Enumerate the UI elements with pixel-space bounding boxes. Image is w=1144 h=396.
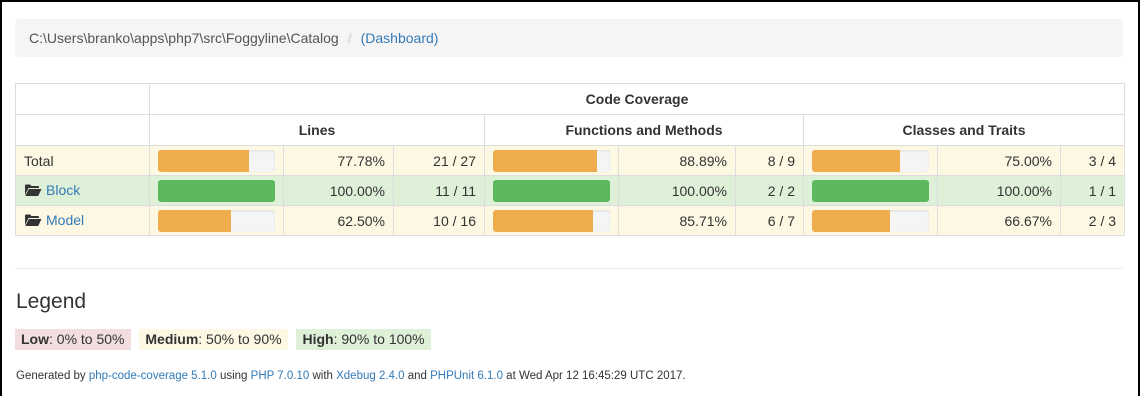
functions-percent: 100.00% — [618, 175, 736, 206]
legend-low: Low: 0% to 50% — [15, 329, 131, 350]
row-name-cell: Block — [15, 175, 150, 206]
table-row: Block 100.00% 11 / 11 100.00% 2 / 2 100.00% 1 … — [15, 175, 1126, 206]
legend-high-range: : 90% to 100% — [333, 331, 425, 347]
breadcrumb: C:\Users\branko\apps\php7\src\Foggyline\… — [15, 19, 1123, 57]
classes-progress-cell — [803, 145, 938, 176]
functions-percent: 85.71% — [618, 205, 736, 236]
footer: Generated by php-code-coverage 5.1.0 usi… — [16, 370, 686, 382]
functions-count: 2 / 2 — [735, 175, 804, 206]
lines-count: 11 / 11 — [393, 175, 485, 206]
table-row: Model 62.50% 10 / 16 85.71% 6 / 7 66.67% 2 / 3 — [15, 205, 1126, 236]
code-coverage-header: Code Coverage — [148, 83, 1126, 115]
lines-count: 21 / 27 — [393, 145, 485, 176]
xdebug-link[interactable]: Xdebug 2.4.0 — [336, 370, 404, 382]
functions-progress-cell — [484, 205, 619, 236]
classes-count: 3 / 4 — [1059, 145, 1126, 176]
lines-percent: 77.78% — [283, 145, 394, 176]
row-name-cell: Model — [15, 205, 150, 236]
legend-title: Legend — [16, 290, 87, 313]
progress-fill — [158, 149, 249, 172]
progress-fill — [158, 179, 275, 202]
footer-text: Generated by — [16, 370, 89, 382]
functions-count: 6 / 7 — [735, 205, 804, 236]
progress-bar — [158, 149, 275, 172]
progress-bar — [493, 209, 610, 232]
progress-bar — [493, 179, 610, 202]
phpunit-link[interactable]: PHPUnit 6.1.0 — [430, 370, 503, 382]
progress-fill — [493, 149, 597, 172]
row-label: Total — [24, 152, 54, 169]
coverage-table: Code Coverage Lines Functions and Method… — [15, 83, 1126, 236]
classes-percent: 66.67% — [937, 205, 1061, 236]
progress-fill — [812, 179, 929, 202]
php-link[interactable]: PHP 7.0.10 — [251, 370, 310, 382]
header-empty-cell — [15, 83, 150, 115]
dashboard-link[interactable]: (Dashboard) — [361, 30, 439, 46]
lines-progress-cell — [149, 175, 284, 206]
progress-fill — [812, 149, 900, 172]
functions-progress-cell — [484, 175, 619, 206]
legend-low-label: Low — [21, 331, 49, 347]
breadcrumb-path: C:\Users\branko\apps\php7\src\Foggyline\… — [29, 30, 339, 46]
folder-open-icon — [24, 183, 42, 200]
lines-count: 10 / 16 — [393, 205, 485, 236]
row-link[interactable]: Model — [46, 212, 84, 228]
classes-count: 2 / 3 — [1059, 205, 1126, 236]
classes-count: 1 / 1 — [1059, 175, 1126, 206]
row-name-cell: Total — [15, 145, 150, 176]
php-code-coverage-link[interactable]: php-code-coverage 5.1.0 — [89, 370, 217, 382]
progress-fill — [812, 209, 890, 232]
footer-date: at Wed Apr 12 16:45:29 UTC 2017. — [502, 370, 686, 382]
legend-high-label: High — [302, 331, 334, 347]
classes-header: Classes and Traits — [802, 114, 1126, 146]
legend-medium-range: : 50% to 90% — [198, 331, 282, 347]
table-row: Total 77.78% 21 / 27 88.89% 8 / 9 75.00% 3 / 4 — [15, 145, 1126, 176]
lines-progress-cell — [149, 205, 284, 236]
breadcrumb-separator: / — [347, 30, 352, 46]
progress-fill — [493, 179, 610, 202]
folder-open-icon — [24, 213, 42, 230]
legend-medium-label: Medium — [145, 331, 199, 347]
progress-bar — [812, 209, 929, 232]
lines-percent: 100.00% — [283, 175, 394, 206]
lines-percent: 62.50% — [283, 205, 394, 236]
lines-header: Lines — [149, 114, 485, 146]
classes-percent: 100.00% — [937, 175, 1061, 206]
row-link[interactable]: Block — [46, 182, 80, 198]
functions-percent: 88.89% — [618, 145, 736, 176]
header-empty-cell — [15, 114, 150, 146]
functions-progress-cell — [484, 145, 619, 176]
legend-low-range: : 0% to 50% — [49, 331, 125, 347]
footer-text: using — [216, 370, 251, 382]
progress-fill — [158, 209, 232, 232]
classes-progress-cell — [803, 175, 938, 206]
functions-header: Functions and Methods — [484, 114, 804, 146]
footer-text: and — [404, 370, 431, 382]
progress-bar — [158, 209, 275, 232]
legend: Low: 0% to 50% Medium: 50% to 90% High: … — [15, 329, 436, 350]
legend-high: High: 90% to 100% — [296, 329, 431, 350]
legend-medium: Medium: 50% to 90% — [139, 329, 288, 350]
progress-bar — [812, 149, 929, 172]
progress-bar — [812, 179, 929, 202]
footer-text: with — [309, 370, 337, 382]
classes-progress-cell — [803, 205, 938, 236]
lines-progress-cell — [149, 145, 284, 176]
progress-fill — [493, 209, 594, 232]
functions-count: 8 / 9 — [735, 145, 804, 176]
divider — [15, 268, 1124, 269]
progress-bar — [158, 179, 275, 202]
progress-bar — [493, 149, 610, 172]
classes-percent: 75.00% — [937, 145, 1061, 176]
